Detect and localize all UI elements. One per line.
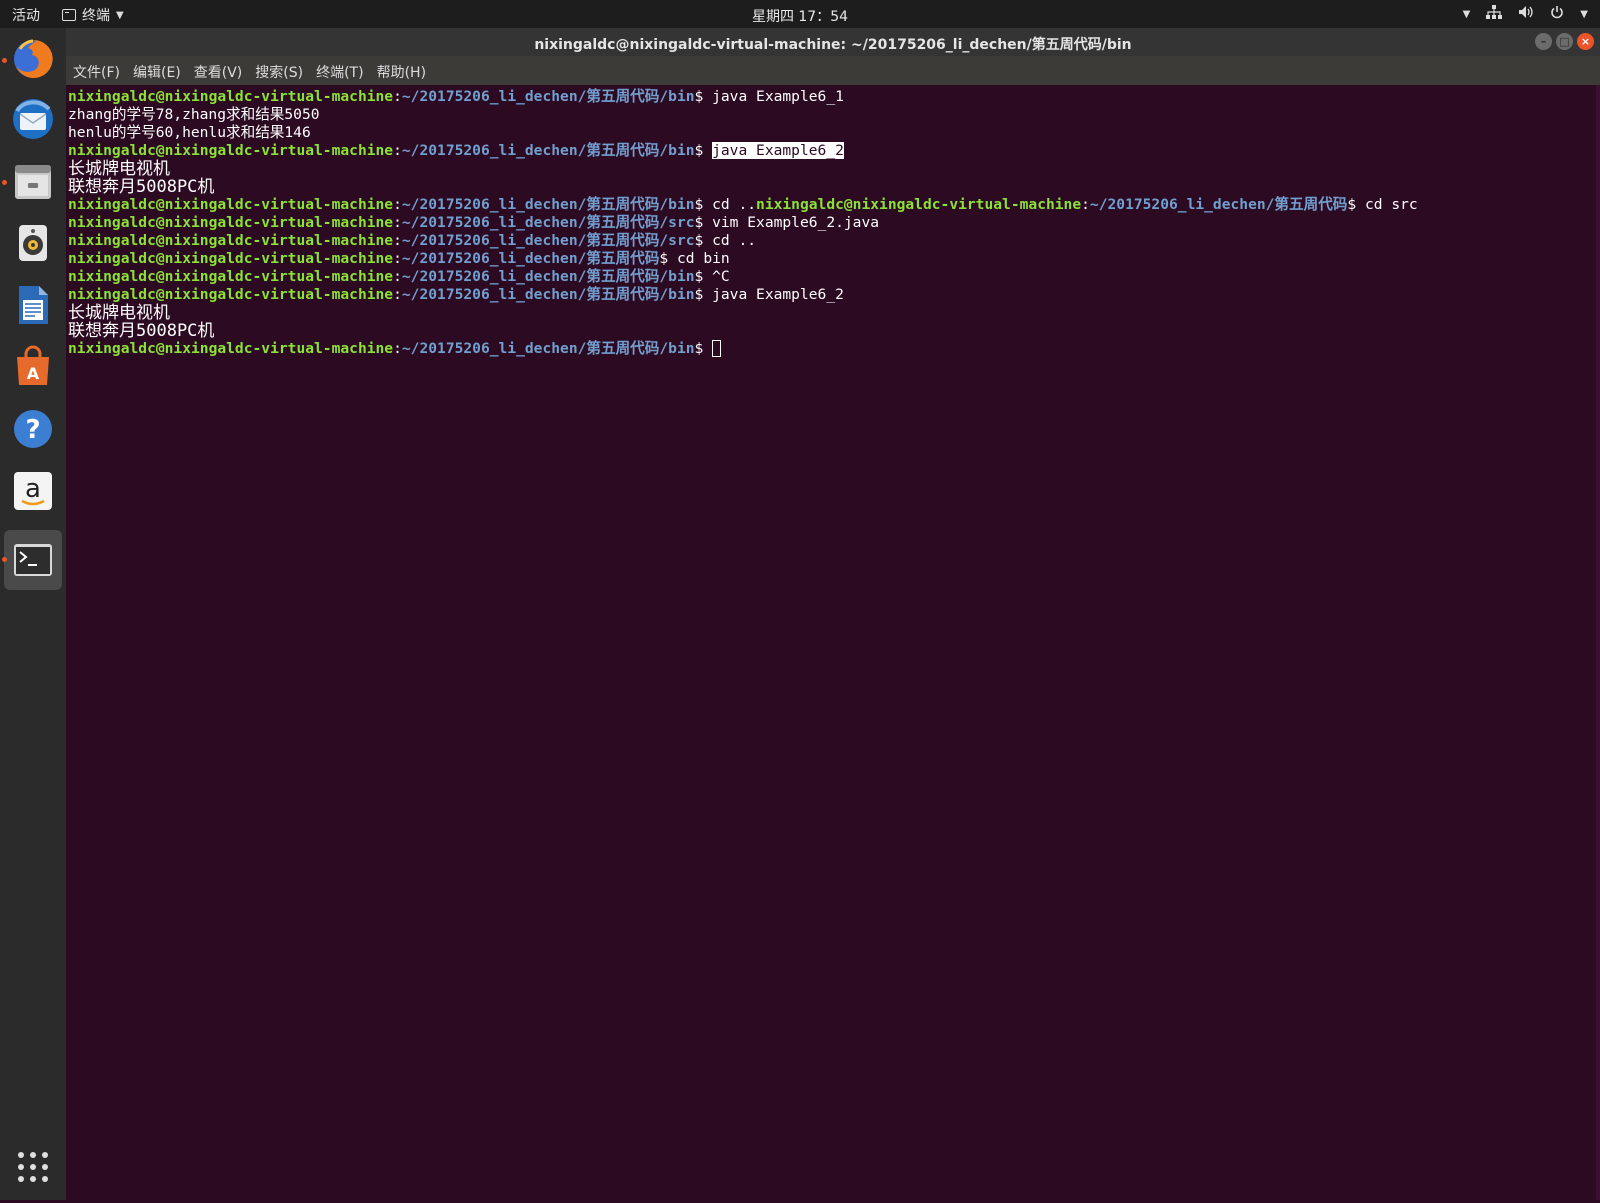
svg-text:A: A [27, 364, 40, 383]
power-icon[interactable] [1550, 5, 1564, 23]
menu-edit[interactable]: 编辑(E) [133, 62, 181, 82]
terminal-line: 长城牌电视机 [68, 303, 170, 323]
close-button[interactable]: × [1577, 33, 1594, 50]
terminal-line: nixingaldc@nixingaldc-virtual-machine:~/… [68, 214, 880, 231]
window-title: nixingaldc@nixingaldc-virtual-machine: ~… [534, 37, 1132, 53]
terminal-line: 联想奔月5008PC机 [68, 177, 215, 197]
menu-view[interactable]: 查看(V) [194, 62, 243, 82]
help-icon[interactable]: ? [8, 404, 58, 454]
show-applications-icon[interactable] [16, 1150, 50, 1184]
terminal-line: zhang的学号78,zhang求和结果5050 [68, 106, 320, 123]
running-indicator [2, 58, 7, 63]
terminal-line: 长城牌电视机 [68, 159, 170, 179]
minimize-button[interactable]: – [1535, 33, 1552, 50]
svg-text:a: a [25, 474, 41, 504]
software-center-icon[interactable]: A [8, 342, 58, 392]
menu-file[interactable]: 文件(F) [73, 62, 120, 82]
terminal-line: nixingaldc@nixingaldc-virtual-machine:~/… [68, 142, 844, 159]
files-icon[interactable] [8, 156, 58, 206]
text-cursor [712, 340, 722, 357]
terminal-line: nixingaldc@nixingaldc-virtual-machine:~/… [68, 268, 730, 285]
selected-text: java Example6_2 [712, 142, 844, 159]
window-titlebar[interactable]: nixingaldc@nixingaldc-virtual-machine: ~… [66, 28, 1600, 56]
terminal-line: nixingaldc@nixingaldc-virtual-machine:~/… [68, 250, 730, 267]
volume-icon[interactable] [1518, 5, 1534, 23]
maximize-button[interactable]: □ [1556, 33, 1573, 50]
caret-down-icon[interactable]: ▼ [1580, 9, 1588, 20]
top-bar: 活动 终端 ▼ 星期四 17：54 ▼ ▼ [0, 0, 1600, 28]
svg-text:?: ? [25, 415, 40, 445]
amazon-icon[interactable]: a [8, 466, 58, 516]
terminal-scrollbar[interactable] [1596, 85, 1600, 1200]
terminal-line: nixingaldc@nixingaldc-virtual-machine:~/… [68, 232, 757, 249]
terminal-line: henlu的学号60,henlu求和结果146 [68, 124, 311, 141]
writer-icon[interactable] [8, 280, 58, 330]
menu-terminal[interactable]: 终端(T) [316, 62, 363, 82]
running-indicator [2, 180, 7, 185]
terminal-icon[interactable] [8, 535, 58, 585]
firefox-icon[interactable] [8, 34, 58, 84]
thunderbird-icon[interactable] [8, 94, 58, 144]
running-indicator [2, 557, 7, 562]
menu-help[interactable]: 帮助(H) [377, 62, 426, 82]
rhythmbox-icon[interactable] [8, 218, 58, 268]
terminal-line: nixingaldc@nixingaldc-virtual-machine:~/… [68, 88, 844, 105]
terminal-line: nixingaldc@nixingaldc-virtual-machine:~/… [68, 196, 1418, 213]
menu-search[interactable]: 搜索(S) [255, 62, 303, 82]
menubar: 文件(F) 编辑(E) 查看(V) 搜索(S) 终端(T) 帮助(H) [66, 56, 1600, 85]
terminal-prompt-line[interactable]: nixingaldc@nixingaldc-virtual-machine:~/… [68, 340, 1600, 358]
terminal-line: nixingaldc@nixingaldc-virtual-machine:~/… [68, 286, 844, 303]
terminal-output[interactable]: nixingaldc@nixingaldc-virtual-machine:~/… [66, 85, 1600, 1203]
clock[interactable]: 星期四 17：54 [0, 6, 1600, 26]
terminal-line: 联想奔月5008PC机 [68, 321, 215, 341]
launcher-dock: A ? a [0, 28, 67, 1200]
caret-down-icon[interactable]: ▼ [1463, 9, 1471, 20]
network-icon[interactable] [1486, 5, 1503, 23]
